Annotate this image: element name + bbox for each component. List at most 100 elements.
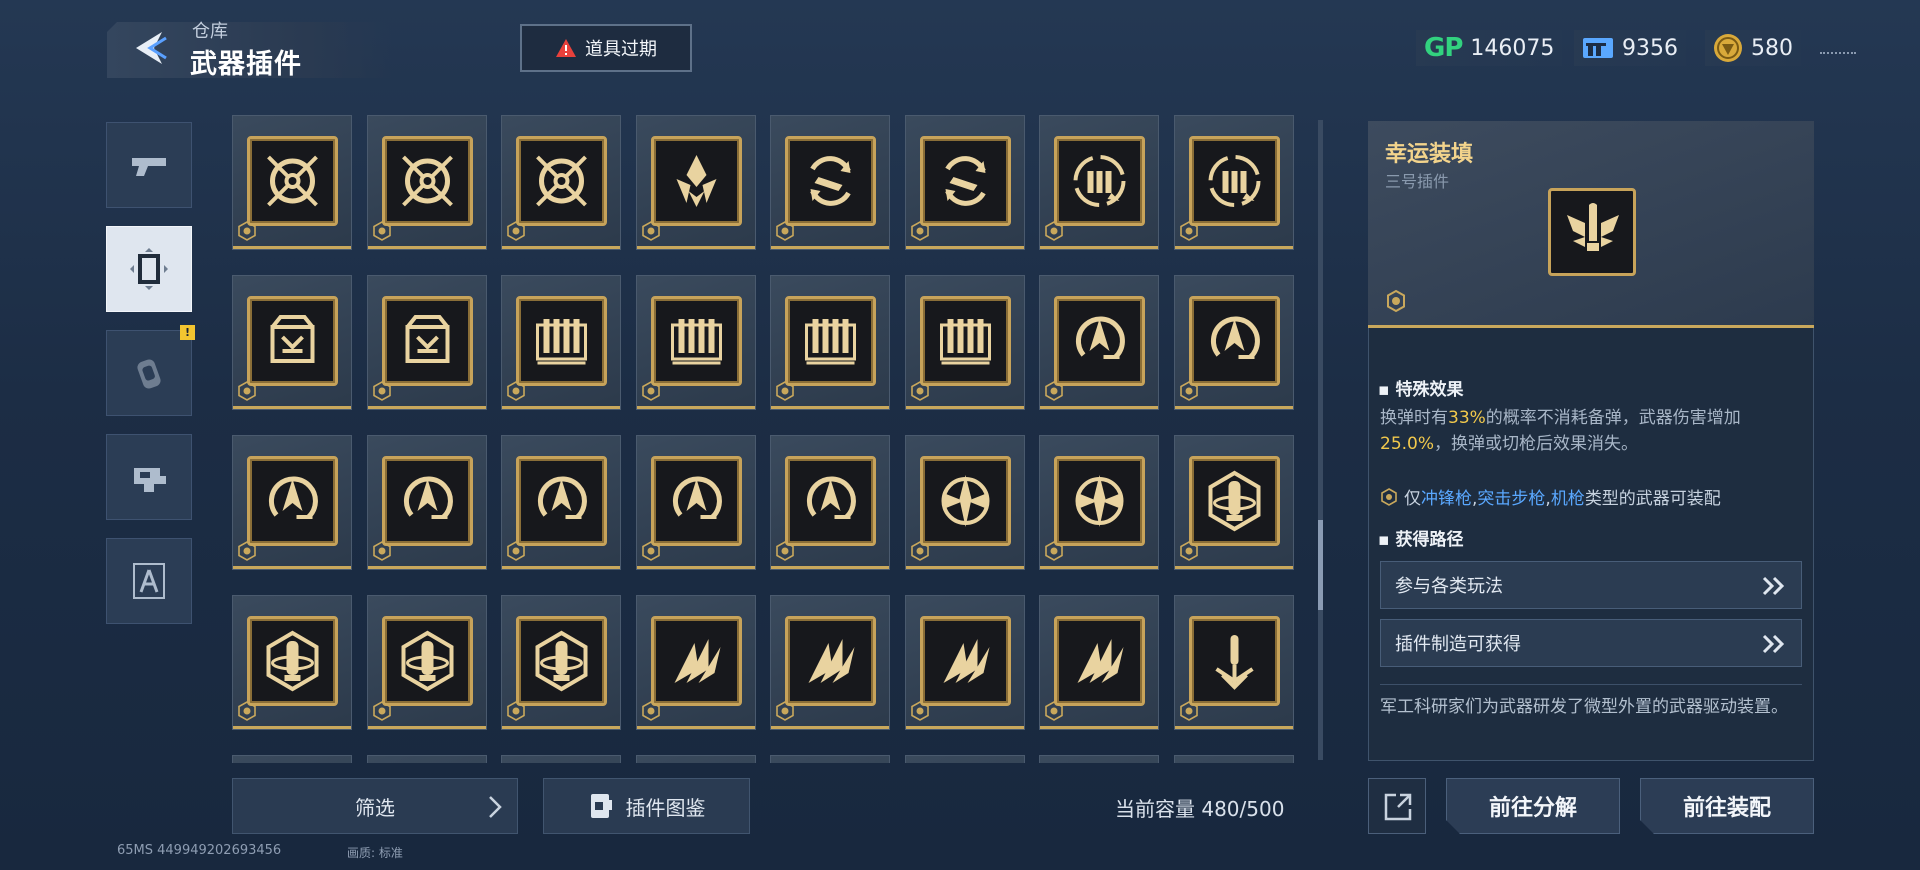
plugin-slot[interactable] <box>636 275 756 410</box>
plugin-slot[interactable] <box>1039 435 1159 570</box>
plugin-slot[interactable] <box>1039 595 1159 730</box>
plugin-slot[interactable] <box>1039 115 1159 250</box>
plugin-slot[interactable] <box>770 595 890 730</box>
gp-value: 146075 <box>1470 35 1555 61</box>
plugin-icon-frame <box>920 296 1011 386</box>
tab-weapon[interactable] <box>106 122 192 208</box>
tab-plugin[interactable] <box>106 226 192 312</box>
plugin-slot[interactable] <box>501 435 621 570</box>
plugin-slot[interactable] <box>501 595 621 730</box>
source-route-gameplay[interactable]: 参与各类玩法 <box>1380 561 1802 609</box>
plugin-icon <box>130 248 168 290</box>
plugin-slot[interactable] <box>905 595 1025 730</box>
claw-icon <box>808 639 855 683</box>
plugin-slot[interactable] <box>367 275 487 410</box>
source-route-crafting[interactable]: 插件制造可获得 <box>1380 619 1802 667</box>
share-button[interactable] <box>1368 778 1426 834</box>
plugin-grid <box>232 115 1302 763</box>
plugin-slot[interactable] <box>905 115 1025 250</box>
crate-icon <box>270 315 315 363</box>
gear-icon <box>1180 381 1198 401</box>
plugin-icon-frame <box>1054 136 1145 226</box>
plugin-slot[interactable] <box>770 115 890 250</box>
go-decompose-button[interactable]: 前往分解 <box>1446 778 1620 834</box>
gear-icon <box>776 541 794 561</box>
plugin-icon-frame <box>1054 616 1145 706</box>
chevron-right-icon <box>489 796 502 818</box>
scrollbar-thumb[interactable] <box>1318 520 1323 610</box>
plugin-slot[interactable] <box>1174 275 1294 410</box>
plugin-icon-frame <box>1189 296 1280 386</box>
gear-icon <box>507 541 525 561</box>
filter-button[interactable]: 筛选 <box>232 778 518 834</box>
crate-icon <box>405 315 450 363</box>
plugin-slot[interactable] <box>1174 435 1294 570</box>
plugin-slot[interactable] <box>905 755 1025 763</box>
plugin-slot[interactable] <box>770 755 890 763</box>
plugin-slot[interactable] <box>1174 595 1294 730</box>
plugin-icon-frame <box>1054 296 1145 386</box>
expired-items-button[interactable]: 道具过期 <box>520 24 692 72</box>
compass-icon <box>133 563 165 599</box>
plugin-slot[interactable] <box>501 115 621 250</box>
plugin-slot[interactable] <box>232 275 352 410</box>
gun-icon <box>132 158 166 176</box>
plugin-slot[interactable] <box>636 435 756 570</box>
attachment-icon <box>134 468 166 492</box>
plugin-slot[interactable] <box>367 755 487 763</box>
plugin-slot[interactable] <box>232 115 352 250</box>
gear-icon <box>1180 541 1198 561</box>
plugin-icon-frame <box>382 296 473 386</box>
scrollbar-track[interactable] <box>1318 120 1323 760</box>
plugin-slot[interactable] <box>1174 115 1294 250</box>
plugin-slot[interactable] <box>367 435 487 570</box>
shell-hex-icon <box>1208 470 1261 532</box>
plugin-slot[interactable] <box>1039 755 1159 763</box>
plugin-slot[interactable] <box>367 115 487 250</box>
gear-icon <box>1045 381 1063 401</box>
tab-consumable[interactable] <box>106 330 192 416</box>
gear-icon <box>911 541 929 561</box>
plugin-icon-frame <box>516 616 607 706</box>
plugin-slot[interactable] <box>501 275 621 410</box>
crystal-icon <box>676 155 717 207</box>
magazine-icon <box>536 319 587 365</box>
tab-attachment[interactable] <box>106 434 192 520</box>
bullet-wing-icon <box>1567 203 1619 251</box>
divider <box>1380 684 1802 685</box>
plugin-icon-frame <box>247 456 338 546</box>
gear-icon <box>373 541 391 561</box>
gear-icon <box>507 221 525 241</box>
plugin-slot[interactable] <box>770 435 890 570</box>
plugin-slot[interactable] <box>905 435 1025 570</box>
back-arrow-icon[interactable] <box>128 26 172 70</box>
plugin-slot[interactable] <box>636 755 756 763</box>
plugin-icon-frame <box>651 616 742 706</box>
go-equip-button[interactable]: 前往装配 <box>1640 778 1814 834</box>
gear-icon <box>911 381 929 401</box>
gear-icon <box>238 221 256 241</box>
plugin-slot[interactable] <box>232 435 352 570</box>
coin-value: 580 <box>1751 35 1793 61</box>
gear-icon <box>642 381 660 401</box>
plugin-slot[interactable] <box>1174 755 1294 763</box>
filter-label: 筛选 <box>355 795 395 820</box>
plugin-slot[interactable] <box>367 595 487 730</box>
gear-icon <box>507 701 525 721</box>
plugin-codex-button[interactable]: 插件图鉴 <box>543 778 750 834</box>
plugin-slot[interactable] <box>232 755 352 763</box>
coin-icon <box>1714 34 1742 62</box>
tab-blueprint[interactable] <box>106 538 192 624</box>
plugin-icon-frame <box>920 456 1011 546</box>
plugin-slot[interactable] <box>636 115 756 250</box>
plugin-icon-frame <box>516 456 607 546</box>
plugin-slot[interactable] <box>770 275 890 410</box>
source-section-title: ▪ 获得路径 <box>1378 530 1464 550</box>
gear-icon <box>642 221 660 241</box>
plugin-slot[interactable] <box>636 595 756 730</box>
plugin-slot[interactable] <box>501 755 621 763</box>
plugin-slot[interactable] <box>905 275 1025 410</box>
page-title: 武器插件 <box>190 49 302 80</box>
plugin-slot[interactable] <box>232 595 352 730</box>
plugin-slot[interactable] <box>1039 275 1159 410</box>
